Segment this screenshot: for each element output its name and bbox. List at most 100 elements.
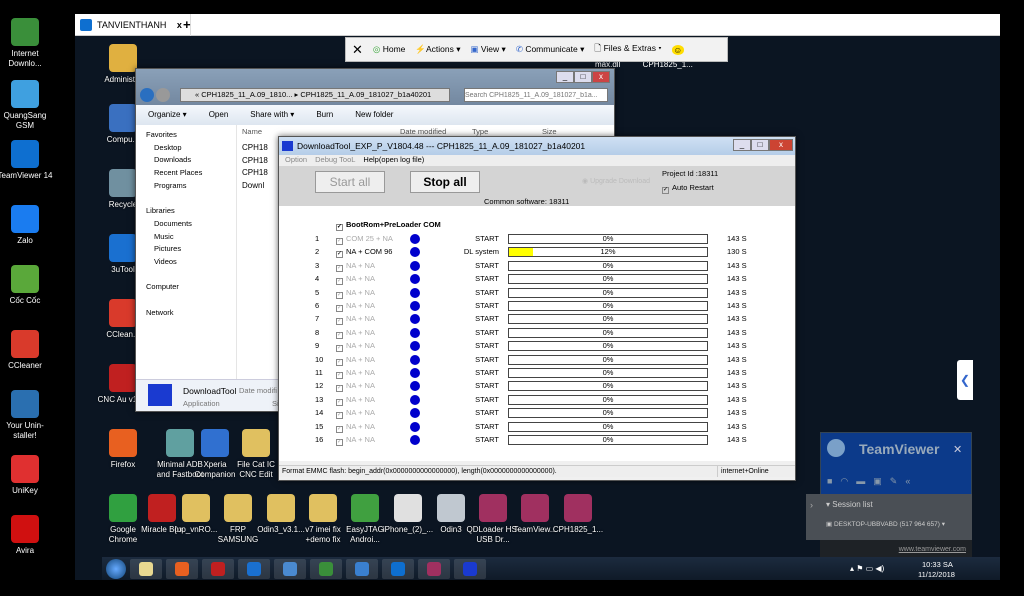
desktop-icon[interactable]: Cốc Cốc bbox=[0, 265, 53, 306]
breadcrumb-parent[interactable]: « CPH1825_11_A.09_1810... bbox=[195, 90, 292, 99]
nav-item[interactable]: Documents bbox=[136, 218, 236, 231]
taskbar-app-button[interactable] bbox=[346, 558, 378, 579]
desktop-icon[interactable]: CCleaner bbox=[0, 330, 53, 371]
panel-close-button[interactable]: ✕ bbox=[953, 443, 962, 456]
clock-date[interactable]: 11/12/2018 bbox=[918, 570, 955, 579]
column-header[interactable]: Type bbox=[472, 127, 488, 136]
taskbar-app-button[interactable] bbox=[202, 558, 234, 579]
explorer-toolbar-button[interactable]: Open bbox=[209, 105, 229, 125]
tab-close-button[interactable]: x bbox=[177, 20, 182, 30]
close-toolbar-button[interactable]: ✕ bbox=[352, 42, 363, 58]
column-header[interactable]: Size bbox=[542, 127, 557, 136]
port-checkbox[interactable]: ✓ NA + NA bbox=[336, 381, 375, 393]
menu-debug-tool[interactable]: Debug TooL bbox=[315, 155, 355, 166]
desktop-icon[interactable]: File Cat IC CNC Edit bbox=[228, 429, 284, 480]
nav-item[interactable]: Computer bbox=[136, 281, 236, 294]
port-checkbox[interactable]: ✓ NA + NA bbox=[336, 422, 375, 433]
feedback-smiley-icon[interactable]: ☺ bbox=[671, 44, 685, 55]
panel-action-icons[interactable]: ■◠▬▣✎« bbox=[827, 476, 918, 487]
desktop-icon[interactable]: Firefox bbox=[95, 429, 151, 470]
column-header[interactable]: Name bbox=[242, 127, 262, 136]
desktop-icon[interactable]: Internet Downlo... bbox=[0, 18, 53, 69]
nav-item[interactable]: Network bbox=[136, 307, 236, 320]
taskbar-app-button[interactable] bbox=[454, 558, 486, 579]
minimize-button[interactable]: _ bbox=[733, 139, 751, 151]
upgrade-download-radio[interactable]: ◉ Upgrade Download bbox=[582, 177, 650, 185]
column-header[interactable]: Date modified bbox=[400, 127, 446, 136]
desktop-icon[interactable]: UniKey bbox=[0, 455, 53, 496]
port-checkbox[interactable]: ✓ NA + NA bbox=[336, 395, 375, 406]
side-collapse-tab[interactable]: ❮ bbox=[957, 360, 973, 400]
desktop-icon[interactable]: QuangSang GSM bbox=[0, 80, 53, 131]
desktop-icon[interactable]: TeamViewer 14 bbox=[0, 140, 53, 181]
explorer-toolbar-button[interactable]: Organize ▾ bbox=[148, 105, 187, 125]
port-checkbox[interactable]: ✓ COM 25 + NA bbox=[336, 234, 393, 245]
desktop-icon[interactable]: CPH1825_1... bbox=[550, 494, 606, 535]
desktop-icon[interactable]: Zalo bbox=[0, 205, 53, 246]
files-extras-button[interactable]: 🗋 Files & Extras ▾ bbox=[594, 43, 661, 57]
search-input[interactable] bbox=[464, 88, 608, 102]
desktop-icon[interactable]: Your Unin-staller! bbox=[0, 390, 53, 441]
session-list-header[interactable]: ▾ Session list bbox=[826, 500, 873, 509]
explorer-toolbar-button[interactable]: New folder bbox=[355, 105, 393, 125]
taskbar-app-button[interactable] bbox=[382, 558, 414, 579]
teamviewer-website-link[interactable]: www.teamviewer.com bbox=[899, 546, 966, 553]
forward-button[interactable] bbox=[156, 88, 170, 102]
bootrom-preloader-checkbox[interactable]: ✓ BootRom+PreLoader COM bbox=[336, 220, 441, 231]
file-item[interactable]: CPH18 bbox=[242, 156, 282, 169]
taskbar-app-button[interactable] bbox=[310, 558, 342, 579]
explorer-toolbar-button[interactable]: Share with ▾ bbox=[250, 105, 294, 125]
file-item[interactable]: CPH18 bbox=[242, 168, 282, 181]
desktop-icon[interactable]: Avira bbox=[0, 515, 53, 556]
port-checkbox[interactable]: ✓ NA + NA bbox=[336, 355, 375, 366]
nav-item[interactable]: Music bbox=[136, 231, 236, 244]
port-checkbox[interactable]: ✓ NA + COM 96 bbox=[336, 247, 392, 259]
nav-item[interactable]: Pictures bbox=[136, 243, 236, 256]
home-button[interactable]: ◎ Home bbox=[373, 44, 405, 55]
minimize-button[interactable]: _ bbox=[556, 71, 574, 83]
close-button[interactable]: x bbox=[592, 71, 610, 83]
taskbar-app-button[interactable] bbox=[418, 558, 450, 579]
tray-icons[interactable]: ▴ ⚑ ▭ ◀) bbox=[850, 564, 884, 573]
taskbar-app-button[interactable] bbox=[166, 558, 198, 579]
close-button[interactable]: x bbox=[769, 139, 793, 151]
port-checkbox[interactable]: ✓ NA + NA bbox=[336, 341, 375, 353]
explorer-toolbar-button[interactable]: Burn bbox=[316, 105, 333, 125]
nav-item[interactable]: Recent Places bbox=[136, 167, 236, 180]
maximize-button[interactable]: □ bbox=[574, 71, 592, 83]
stop-all-button[interactable]: Stop all bbox=[410, 171, 480, 193]
clock-time[interactable]: 10:33 SA bbox=[922, 560, 953, 569]
taskbar-app-button[interactable] bbox=[130, 558, 162, 579]
port-checkbox[interactable]: ✓ NA + NA bbox=[336, 288, 375, 299]
port-checkbox[interactable]: ✓ NA + NA bbox=[336, 261, 375, 272]
port-checkbox[interactable]: ✓ NA + NA bbox=[336, 274, 375, 286]
port-checkbox[interactable]: ✓ NA + NA bbox=[336, 368, 375, 379]
communicate-button[interactable]: ✆ Communicate ▾ bbox=[516, 44, 585, 55]
maximize-button[interactable]: □ bbox=[751, 139, 769, 151]
view-button[interactable]: ▣ View ▾ bbox=[471, 44, 506, 55]
nav-item[interactable]: Downloads bbox=[136, 154, 236, 167]
session-item[interactable]: ▣ DESKTOP-UBBVABD (517 964 657) ▾ bbox=[826, 520, 945, 528]
taskbar-app-button[interactable] bbox=[238, 558, 270, 579]
back-button[interactable] bbox=[140, 88, 154, 102]
file-item[interactable]: Downl bbox=[242, 181, 282, 194]
auto-restart-checkbox[interactable]: ✓ Auto Restart bbox=[662, 183, 714, 194]
nav-item[interactable]: Videos bbox=[136, 256, 236, 269]
port-checkbox[interactable]: ✓ NA + NA bbox=[336, 314, 375, 326]
file-item[interactable]: CPH18 bbox=[242, 143, 282, 156]
breadcrumb-current[interactable]: CPH1825_11_A.09_181027_b1a40201 bbox=[300, 90, 431, 99]
address-bar[interactable]: « CPH1825_11_A.09_1810... ▸ CPH1825_11_A… bbox=[180, 88, 450, 102]
taskbar-app-button[interactable] bbox=[274, 558, 306, 579]
tab-remote-session[interactable]: TANVIENTHANH x bbox=[75, 14, 191, 36]
start-all-button[interactable]: Start all bbox=[315, 171, 385, 193]
new-tab-button[interactable]: + bbox=[183, 17, 191, 32]
port-checkbox[interactable]: ✓ NA + NA bbox=[336, 328, 375, 339]
port-checkbox[interactable]: ✓ NA + NA bbox=[336, 301, 375, 312]
port-checkbox[interactable]: ✓ NA + NA bbox=[336, 435, 375, 446]
menu-help[interactable]: Help(open log file) bbox=[363, 155, 424, 166]
nav-item[interactable]: Programs bbox=[136, 180, 236, 193]
expand-icon[interactable]: › bbox=[810, 500, 813, 510]
actions-button[interactable]: ⚡Actions ▾ bbox=[415, 44, 460, 55]
menu-option[interactable]: Option bbox=[285, 155, 307, 166]
port-checkbox[interactable]: ✓ NA + NA bbox=[336, 408, 375, 420]
